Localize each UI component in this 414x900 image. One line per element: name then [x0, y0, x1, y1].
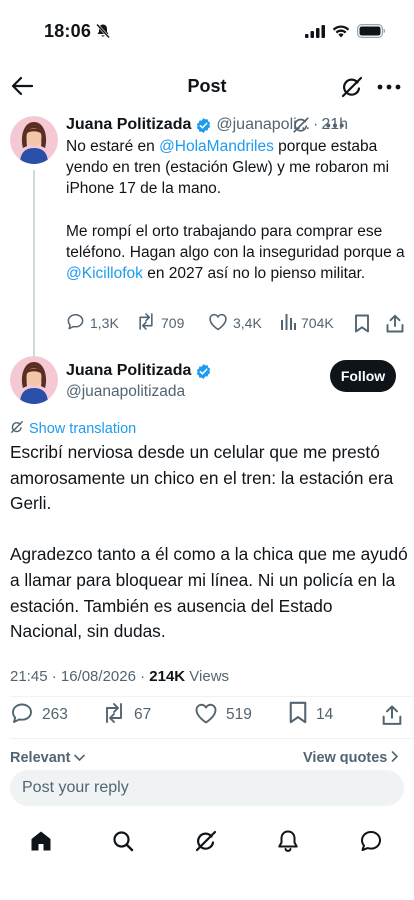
home-icon[interactable] [28, 828, 54, 854]
views-chart-icon [280, 313, 296, 333]
grok-icon[interactable] [292, 116, 310, 134]
more-horizontal-icon[interactable] [376, 74, 402, 100]
verified-badge-icon [195, 363, 212, 380]
mention-link[interactable]: @HolaMandriles [159, 138, 274, 155]
search-icon[interactable] [110, 828, 136, 854]
thread-line [33, 170, 35, 366]
verified-badge-icon [195, 117, 212, 134]
parent-tweet-text: No estaré en @HolaMandriles porque estab… [66, 136, 406, 284]
show-translation-link[interactable]: Show translation [10, 420, 136, 438]
like-count: 519 [226, 706, 252, 723]
parent-tweet-header: Juana Politizada @juanapoli... · 21h [66, 114, 406, 136]
repost-button[interactable]: 67 [102, 702, 151, 728]
reply-button[interactable]: 1,3K [66, 312, 119, 334]
cellular-signal-icon [305, 24, 325, 43]
tweet-text-segment: en 2027 así no lo pienso militar. [142, 265, 366, 283]
repost-button[interactable]: 709 [136, 312, 184, 334]
parent-tweet-actions: 1,3K 709 3,4K 704K [66, 312, 406, 334]
mention-link[interactable]: @Kicillofok [66, 265, 143, 282]
repost-icon [136, 312, 156, 334]
parent-tweet[interactable]: Juana Politizada @juanapoli... · 21h No … [0, 114, 414, 366]
main-tweet-actions: 263 67 519 14 [0, 701, 414, 729]
notifications-icon[interactable] [275, 828, 301, 854]
share-icon[interactable] [382, 702, 402, 728]
like-button[interactable]: 519 [194, 702, 252, 728]
tweet-meta: 21:45 · 16/08/2026 · 214K Views [10, 668, 229, 685]
battery-icon [357, 24, 386, 43]
repost-count: 709 [161, 315, 185, 331]
bookmark-button[interactable]: 14 [288, 701, 334, 729]
views-count: 214K [149, 668, 186, 685]
follow-button[interactable]: Follow [330, 360, 396, 392]
repost-icon [102, 702, 126, 729]
tweet-paragraph: Escribí nerviosa desde un celular que me… [10, 442, 394, 514]
grok-icon[interactable] [193, 828, 219, 854]
status-bar: 18:06 [0, 0, 414, 62]
heart-icon [194, 702, 218, 729]
show-translation-label: Show translation [29, 421, 137, 437]
wifi-icon [332, 25, 350, 43]
reply-button[interactable]: 263 [10, 702, 68, 728]
reply-icon [10, 701, 34, 730]
share-icon[interactable] [386, 312, 404, 334]
reply-count: 1,3K [90, 315, 119, 331]
separator-dot: · [313, 116, 319, 133]
main-tweet-text: Escribí nerviosa desde un celular que me… [10, 440, 408, 645]
divider [10, 696, 414, 697]
avatar[interactable] [10, 116, 58, 164]
bottom-navigation [0, 822, 414, 862]
post-timestamp[interactable]: 21:45 · 16/08/2026 · [10, 668, 149, 685]
tweet-paragraph: Agradezco tanto a él como a la chica que… [10, 544, 408, 642]
main-tweet-header: Juana Politizada @juanapolitizada Follow [0, 356, 414, 412]
like-button[interactable]: 3,4K [208, 312, 262, 334]
grok-icon [10, 420, 24, 438]
post-header: Post [0, 68, 414, 108]
avatar[interactable] [10, 356, 58, 404]
views-label: Views [185, 668, 230, 685]
divider [10, 738, 414, 739]
tweet-text-segment: No estaré en [66, 138, 160, 155]
author-name[interactable]: Juana Politizada [66, 116, 191, 134]
bookmark-count: 14 [316, 706, 334, 723]
views-count: 704K [301, 315, 334, 331]
status-time: 18:06 [44, 21, 92, 41]
like-count: 3,4K [233, 315, 262, 331]
reply-input[interactable]: Post your reply [10, 770, 404, 806]
reply-icon [66, 312, 85, 334]
bookmark-icon[interactable] [354, 312, 370, 334]
messages-icon[interactable] [358, 828, 384, 854]
status-indicators [305, 24, 386, 43]
reply-composer: Post your reply [0, 764, 414, 814]
tweet-text-segment: Me rompí el orto trabajando para comprar… [66, 222, 405, 261]
author-name-row: Juana Politizada [66, 362, 212, 380]
more-horizontal-icon[interactable] [324, 114, 346, 136]
grok-icon[interactable] [340, 75, 364, 99]
author-name[interactable]: Juana Politizada [66, 362, 191, 380]
bell-slash-icon [95, 23, 111, 39]
reply-count: 263 [42, 706, 68, 723]
views-button[interactable]: 704K [280, 312, 334, 334]
author-handle[interactable]: @juanapolitizada [66, 383, 185, 401]
heart-icon [208, 312, 228, 334]
repost-count: 67 [134, 706, 152, 723]
bookmark-icon [288, 701, 308, 729]
